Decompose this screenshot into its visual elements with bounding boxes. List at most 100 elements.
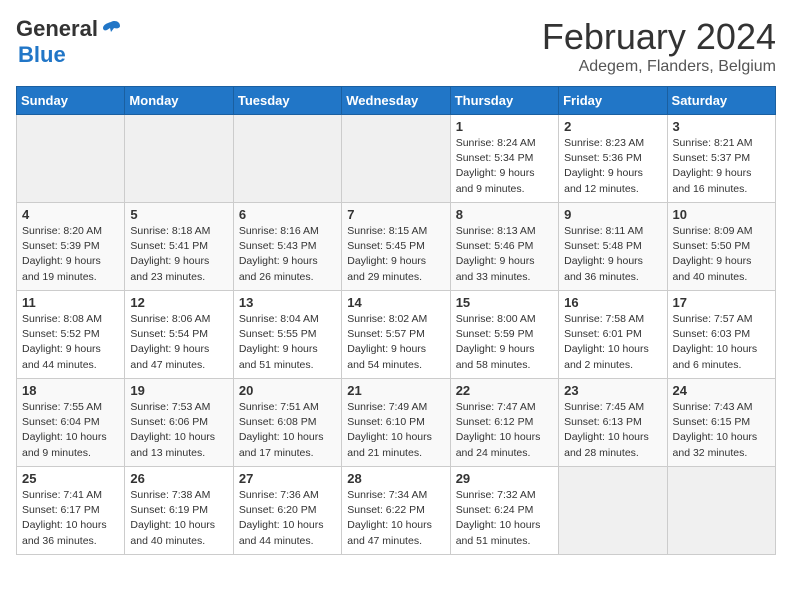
month-title: February 2024 [542, 16, 776, 58]
calendar-cell: 3 Sunrise: 8:21 AM Sunset: 5:37 PM Daylig… [667, 115, 775, 203]
calendar-cell [559, 467, 667, 555]
day-header-thursday: Thursday [450, 87, 558, 115]
day-number: 27 [239, 471, 336, 486]
cell-text: Sunrise: 7:58 AM Sunset: 6:01 PM Dayligh… [564, 312, 661, 373]
calendar-cell: 5 Sunrise: 8:18 AM Sunset: 5:41 PM Daylig… [125, 203, 233, 291]
day-number: 12 [130, 295, 227, 310]
calendar-cell: 19Sunrise: 7:53 AM Sunset: 6:06 PM Dayli… [125, 379, 233, 467]
day-number: 25 [22, 471, 119, 486]
cell-text: Sunrise: 8:15 AM Sunset: 5:45 PM Dayligh… [347, 224, 444, 285]
calendar-cell: 26Sunrise: 7:38 AM Sunset: 6:19 PM Dayli… [125, 467, 233, 555]
days-header-row: SundayMondayTuesdayWednesdayThursdayFrid… [17, 87, 776, 115]
cell-text: Sunrise: 7:57 AM Sunset: 6:03 PM Dayligh… [673, 312, 770, 373]
calendar-cell: 8 Sunrise: 8:13 AM Sunset: 5:46 PM Daylig… [450, 203, 558, 291]
day-number: 2 [564, 119, 661, 134]
cell-text: Sunrise: 8:18 AM Sunset: 5:41 PM Dayligh… [130, 224, 227, 285]
day-number: 17 [673, 295, 770, 310]
day-number: 4 [22, 207, 119, 222]
day-number: 15 [456, 295, 553, 310]
calendar-cell: 21 Sunrise: 7:49 AM Sunset: 6:10 PM Dayli… [342, 379, 450, 467]
day-header-saturday: Saturday [667, 87, 775, 115]
title-block: February 2024 Adegem, Flanders, Belgium [542, 16, 776, 76]
cell-text: Sunrise: 7:51 AM Sunset: 6:08 PM Dayligh… [239, 400, 336, 461]
day-header-wednesday: Wednesday [342, 87, 450, 115]
week-row-1: 1 Sunrise: 8:24 AM Sunset: 5:34 PM Daylig… [17, 115, 776, 203]
day-number: 14 [347, 295, 444, 310]
day-number: 24 [673, 383, 770, 398]
cell-text: Sunrise: 8:06 AM Sunset: 5:54 PM Dayligh… [130, 312, 227, 373]
logo-bird-icon [100, 18, 122, 40]
cell-text: Sunrise: 8:13 AM Sunset: 5:46 PM Dayligh… [456, 224, 553, 285]
logo-blue: Blue [18, 42, 66, 68]
day-number: 5 [130, 207, 227, 222]
day-number: 11 [22, 295, 119, 310]
page-header: General Blue February 2024 Adegem, Fland… [16, 16, 776, 76]
calendar-cell [233, 115, 341, 203]
day-number: 10 [673, 207, 770, 222]
calendar-cell: 16 Sunrise: 7:58 AM Sunset: 6:01 PM Dayli… [559, 291, 667, 379]
day-number: 29 [456, 471, 553, 486]
day-number: 8 [456, 207, 553, 222]
logo: General Blue [16, 16, 122, 68]
calendar-cell: 24 Sunrise: 7:43 AM Sunset: 6:15 PM Dayli… [667, 379, 775, 467]
calendar-cell: 29 Sunrise: 7:32 AM Sunset: 6:24 PM Dayli… [450, 467, 558, 555]
logo-general: General [16, 16, 98, 42]
calendar-cell: 25 Sunrise: 7:41 AM Sunset: 6:17 PM Dayli… [17, 467, 125, 555]
cell-text: Sunrise: 7:32 AM Sunset: 6:24 PM Dayligh… [456, 488, 553, 549]
cell-text: Sunrise: 7:53 AM Sunset: 6:06 PM Dayligh… [130, 400, 227, 461]
cell-text: Sunrise: 8:02 AM Sunset: 5:57 PM Dayligh… [347, 312, 444, 373]
week-row-4: 18Sunrise: 7:55 AM Sunset: 6:04 PM Dayli… [17, 379, 776, 467]
calendar-cell: 12 Sunrise: 8:06 AM Sunset: 5:54 PM Dayli… [125, 291, 233, 379]
cell-text: Sunrise: 7:41 AM Sunset: 6:17 PM Dayligh… [22, 488, 119, 549]
day-number: 13 [239, 295, 336, 310]
cell-text: Sunrise: 8:08 AM Sunset: 5:52 PM Dayligh… [22, 312, 119, 373]
cell-text: Sunrise: 8:04 AM Sunset: 5:55 PM Dayligh… [239, 312, 336, 373]
calendar-cell [342, 115, 450, 203]
calendar-cell [667, 467, 775, 555]
day-header-tuesday: Tuesday [233, 87, 341, 115]
cell-text: Sunrise: 8:00 AM Sunset: 5:59 PM Dayligh… [456, 312, 553, 373]
cell-text: Sunrise: 7:36 AM Sunset: 6:20 PM Dayligh… [239, 488, 336, 549]
day-number: 26 [130, 471, 227, 486]
day-number: 28 [347, 471, 444, 486]
cell-text: Sunrise: 8:11 AM Sunset: 5:48 PM Dayligh… [564, 224, 661, 285]
calendar-cell: 11 Sunrise: 8:08 AM Sunset: 5:52 PM Dayli… [17, 291, 125, 379]
calendar-cell: 7 Sunrise: 8:15 AM Sunset: 5:45 PM Daylig… [342, 203, 450, 291]
calendar-cell: 1 Sunrise: 8:24 AM Sunset: 5:34 PM Daylig… [450, 115, 558, 203]
cell-text: Sunrise: 7:47 AM Sunset: 6:12 PM Dayligh… [456, 400, 553, 461]
cell-text: Sunrise: 7:55 AM Sunset: 6:04 PM Dayligh… [22, 400, 119, 461]
day-number: 7 [347, 207, 444, 222]
cell-text: Sunrise: 8:21 AM Sunset: 5:37 PM Dayligh… [673, 136, 770, 197]
day-number: 3 [673, 119, 770, 134]
cell-text: Sunrise: 7:49 AM Sunset: 6:10 PM Dayligh… [347, 400, 444, 461]
calendar-cell: 9 Sunrise: 8:11 AM Sunset: 5:48 PM Daylig… [559, 203, 667, 291]
day-number: 9 [564, 207, 661, 222]
cell-text: Sunrise: 7:45 AM Sunset: 6:13 PM Dayligh… [564, 400, 661, 461]
day-number: 16 [564, 295, 661, 310]
cell-text: Sunrise: 8:23 AM Sunset: 5:36 PM Dayligh… [564, 136, 661, 197]
cell-text: Sunrise: 7:43 AM Sunset: 6:15 PM Dayligh… [673, 400, 770, 461]
calendar-cell: 13 Sunrise: 8:04 AM Sunset: 5:55 PM Dayli… [233, 291, 341, 379]
cell-text: Sunrise: 8:16 AM Sunset: 5:43 PM Dayligh… [239, 224, 336, 285]
calendar-cell: 22Sunrise: 7:47 AM Sunset: 6:12 PM Dayli… [450, 379, 558, 467]
calendar-cell: 4 Sunrise: 8:20 AM Sunset: 5:39 PM Daylig… [17, 203, 125, 291]
cell-text: Sunrise: 8:24 AM Sunset: 5:34 PM Dayligh… [456, 136, 553, 197]
calendar-table: SundayMondayTuesdayWednesdayThursdayFrid… [16, 86, 776, 555]
calendar-cell: 2 Sunrise: 8:23 AM Sunset: 5:36 PM Daylig… [559, 115, 667, 203]
calendar-cell: 10Sunrise: 8:09 AM Sunset: 5:50 PM Dayli… [667, 203, 775, 291]
calendar-cell: 14 Sunrise: 8:02 AM Sunset: 5:57 PM Dayli… [342, 291, 450, 379]
day-number: 1 [456, 119, 553, 134]
cell-text: Sunrise: 8:20 AM Sunset: 5:39 PM Dayligh… [22, 224, 119, 285]
cell-text: Sunrise: 7:34 AM Sunset: 6:22 PM Dayligh… [347, 488, 444, 549]
calendar-cell: 20Sunrise: 7:51 AM Sunset: 6:08 PM Dayli… [233, 379, 341, 467]
calendar-cell [17, 115, 125, 203]
week-row-2: 4 Sunrise: 8:20 AM Sunset: 5:39 PM Daylig… [17, 203, 776, 291]
calendar-cell: 18Sunrise: 7:55 AM Sunset: 6:04 PM Dayli… [17, 379, 125, 467]
day-header-monday: Monday [125, 87, 233, 115]
day-number: 6 [239, 207, 336, 222]
day-number: 23 [564, 383, 661, 398]
calendar-cell: 6 Sunrise: 8:16 AM Sunset: 5:43 PM Daylig… [233, 203, 341, 291]
calendar-cell: 27 Sunrise: 7:36 AM Sunset: 6:20 PM Dayli… [233, 467, 341, 555]
location-title: Adegem, Flanders, Belgium [542, 58, 776, 76]
day-number: 21 [347, 383, 444, 398]
